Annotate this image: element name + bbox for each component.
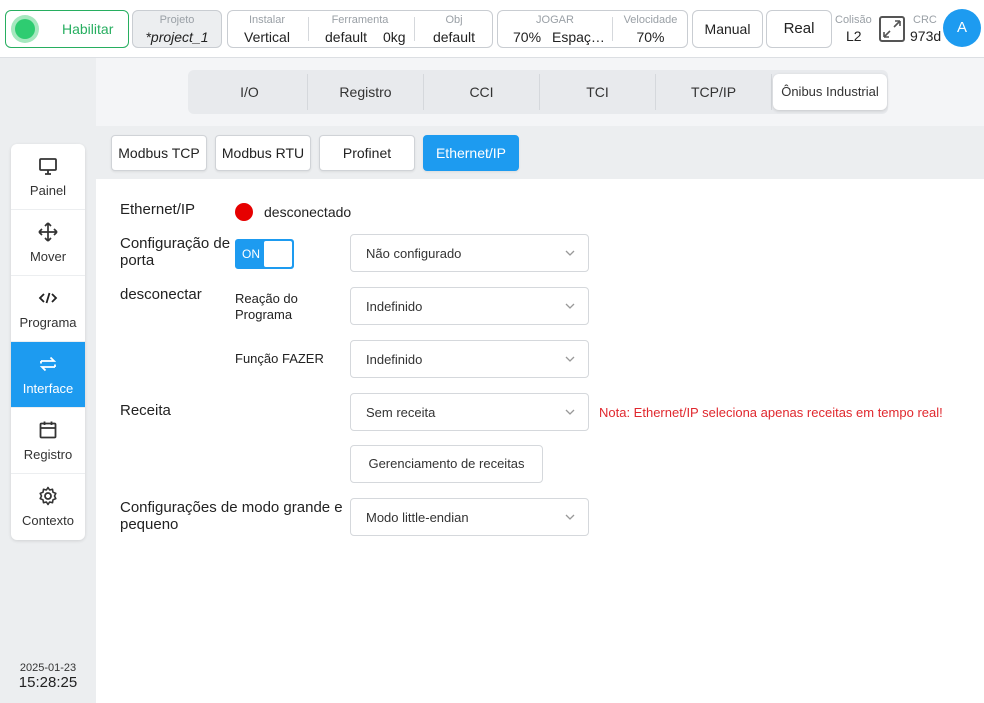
disconnect-label: desconectar bbox=[120, 286, 202, 303]
chevron-down-icon bbox=[565, 250, 575, 256]
tab-registro[interactable]: Registro bbox=[308, 74, 424, 110]
sidebar-item-mover[interactable]: Mover bbox=[11, 210, 85, 276]
recipe-label: Receita bbox=[120, 402, 171, 419]
sidebar-item-label: Registro bbox=[23, 447, 73, 462]
top-bar: Habilitar Projeto *project_1 Instalar Ve… bbox=[0, 0, 984, 58]
do-function-select[interactable]: Indefinido bbox=[350, 340, 589, 378]
toggle-knob bbox=[264, 241, 292, 267]
install-label: Instalar bbox=[248, 14, 286, 26]
subtab-profinet[interactable]: Profinet bbox=[319, 135, 415, 171]
endian-select[interactable]: Modo little-endian bbox=[350, 498, 589, 536]
subtab-bar: Modbus TCP Modbus RTU Profinet Ethernet/… bbox=[96, 126, 984, 179]
port-config-value: Não configurado bbox=[366, 246, 462, 261]
sidebar-item-label: Painel bbox=[29, 183, 67, 198]
tab-group: I/O Registro CCI TCI TCP/IP Ônibus Indus… bbox=[188, 70, 888, 114]
sidebar: Painel Mover Programa Interface Registro… bbox=[11, 144, 85, 540]
divider bbox=[414, 17, 415, 41]
tab-tci[interactable]: TCI bbox=[540, 74, 656, 110]
crc-label: CRC bbox=[913, 14, 937, 26]
manual-mode-button[interactable]: Manual bbox=[692, 10, 763, 48]
project-value: *project_1 bbox=[145, 29, 209, 45]
jog-label: JOGAR bbox=[536, 14, 574, 26]
tool-weight: 0kg bbox=[383, 29, 406, 45]
tab-tcp-ip[interactable]: TCP/IP bbox=[656, 74, 772, 110]
do-function-value: Indefinido bbox=[366, 352, 423, 367]
endian-label: Configurações de modo grande e pequeno bbox=[120, 499, 343, 533]
main-panel: I/O Registro CCI TCI TCP/IP Ônibus Indus… bbox=[96, 58, 984, 703]
clock-date: 2025-01-23 bbox=[19, 662, 77, 674]
move-arrows-icon bbox=[38, 222, 58, 242]
sidebar-item-programa[interactable]: Programa bbox=[11, 276, 85, 342]
collision-value: L2 bbox=[846, 28, 862, 44]
chevron-down-icon bbox=[565, 356, 575, 362]
program-reaction-value: Indefinido bbox=[366, 299, 423, 314]
sidebar-item-painel[interactable]: Painel bbox=[11, 144, 85, 210]
ethernet-ip-label: Ethernet/IP bbox=[120, 201, 196, 218]
recipe-note: Nota: Ethernet/IP seleciona apenas recei… bbox=[599, 405, 943, 420]
divider bbox=[308, 17, 309, 41]
project-label: Projeto bbox=[159, 14, 195, 26]
sidebar-item-registro[interactable]: Registro bbox=[11, 408, 85, 474]
collision-label: Colisão bbox=[835, 14, 872, 26]
project-selector[interactable]: Projeto *project_1 bbox=[132, 10, 222, 48]
recipe-value: Sem receita bbox=[366, 405, 436, 420]
do-function-label: Função FAZER bbox=[235, 351, 324, 366]
code-icon bbox=[38, 292, 58, 304]
port-config-label: Configuração de porta bbox=[120, 235, 231, 269]
gear-icon bbox=[39, 486, 57, 506]
speed-value: 70% bbox=[636, 29, 665, 45]
clock-time: 15:28:25 bbox=[18, 674, 78, 691]
divider bbox=[612, 17, 613, 41]
monitor-icon bbox=[39, 158, 57, 175]
connection-status-icon bbox=[235, 203, 253, 221]
tool-value: default bbox=[325, 29, 368, 45]
obj-value: default bbox=[432, 29, 476, 45]
sidebar-item-label: Mover bbox=[29, 249, 67, 264]
tab-cci[interactable]: CCI bbox=[424, 74, 540, 110]
speed-label: Velocidade bbox=[623, 14, 678, 26]
sidebar-item-label: Contexto bbox=[21, 513, 75, 528]
enable-button[interactable]: Habilitar bbox=[5, 10, 129, 48]
tab-bar: I/O Registro CCI TCI TCP/IP Ônibus Indus… bbox=[96, 58, 984, 126]
sidebar-item-contexto[interactable]: Contexto bbox=[11, 474, 85, 540]
program-reaction-label: Reação do Programa bbox=[235, 291, 298, 322]
chevron-down-icon bbox=[565, 303, 575, 309]
swap-arrows-icon bbox=[39, 356, 57, 372]
jog-speed-panel[interactable]: JOGAR 70% Espaç… Velocidade 70% bbox=[497, 10, 688, 48]
subtab-modbus-rtu[interactable]: Modbus RTU bbox=[215, 135, 311, 171]
port-config-toggle[interactable]: ON bbox=[235, 239, 294, 269]
enable-label: Habilitar bbox=[62, 21, 114, 37]
connection-status-text: desconectado bbox=[264, 204, 352, 220]
sidebar-item-interface[interactable]: Interface bbox=[11, 342, 85, 408]
subtab-ethernet-ip[interactable]: Ethernet/IP bbox=[423, 135, 519, 171]
jog-value: 70% bbox=[513, 29, 542, 45]
avatar[interactable]: A bbox=[943, 9, 981, 47]
chevron-down-icon bbox=[565, 514, 575, 520]
enable-status-icon bbox=[15, 19, 35, 39]
install-value: Vertical bbox=[244, 29, 290, 45]
subtab-modbus-tcp[interactable]: Modbus TCP bbox=[111, 135, 207, 171]
tab-onibus-industrial[interactable]: Ônibus Industrial bbox=[773, 74, 887, 110]
sidebar-item-label: Programa bbox=[19, 315, 77, 330]
app-root: Habilitar Projeto *project_1 Instalar Ve… bbox=[0, 0, 984, 703]
real-mode-button[interactable]: Real bbox=[766, 10, 832, 48]
calendar-icon bbox=[39, 421, 57, 439]
program-reaction-select[interactable]: Indefinido bbox=[350, 287, 589, 325]
fullscreen-icon[interactable] bbox=[879, 16, 905, 42]
jog-space: Espaç… bbox=[552, 29, 605, 45]
recipe-select[interactable]: Sem receita bbox=[350, 393, 589, 431]
port-config-select[interactable]: Não configurado bbox=[350, 234, 589, 272]
manage-recipes-button[interactable]: Gerenciamento de receitas bbox=[350, 445, 543, 483]
tool-label: Ferramenta bbox=[331, 14, 389, 26]
endian-value: Modo little-endian bbox=[366, 510, 469, 525]
install-tool-panel[interactable]: Instalar Vertical Ferramenta default 0kg… bbox=[227, 10, 493, 48]
chevron-down-icon bbox=[565, 409, 575, 415]
obj-label: Obj bbox=[445, 14, 463, 26]
toggle-on-text: ON bbox=[242, 247, 260, 261]
tab-io[interactable]: I/O bbox=[192, 74, 308, 110]
sidebar-item-label: Interface bbox=[22, 381, 74, 396]
crc-value: 973d bbox=[910, 28, 942, 44]
